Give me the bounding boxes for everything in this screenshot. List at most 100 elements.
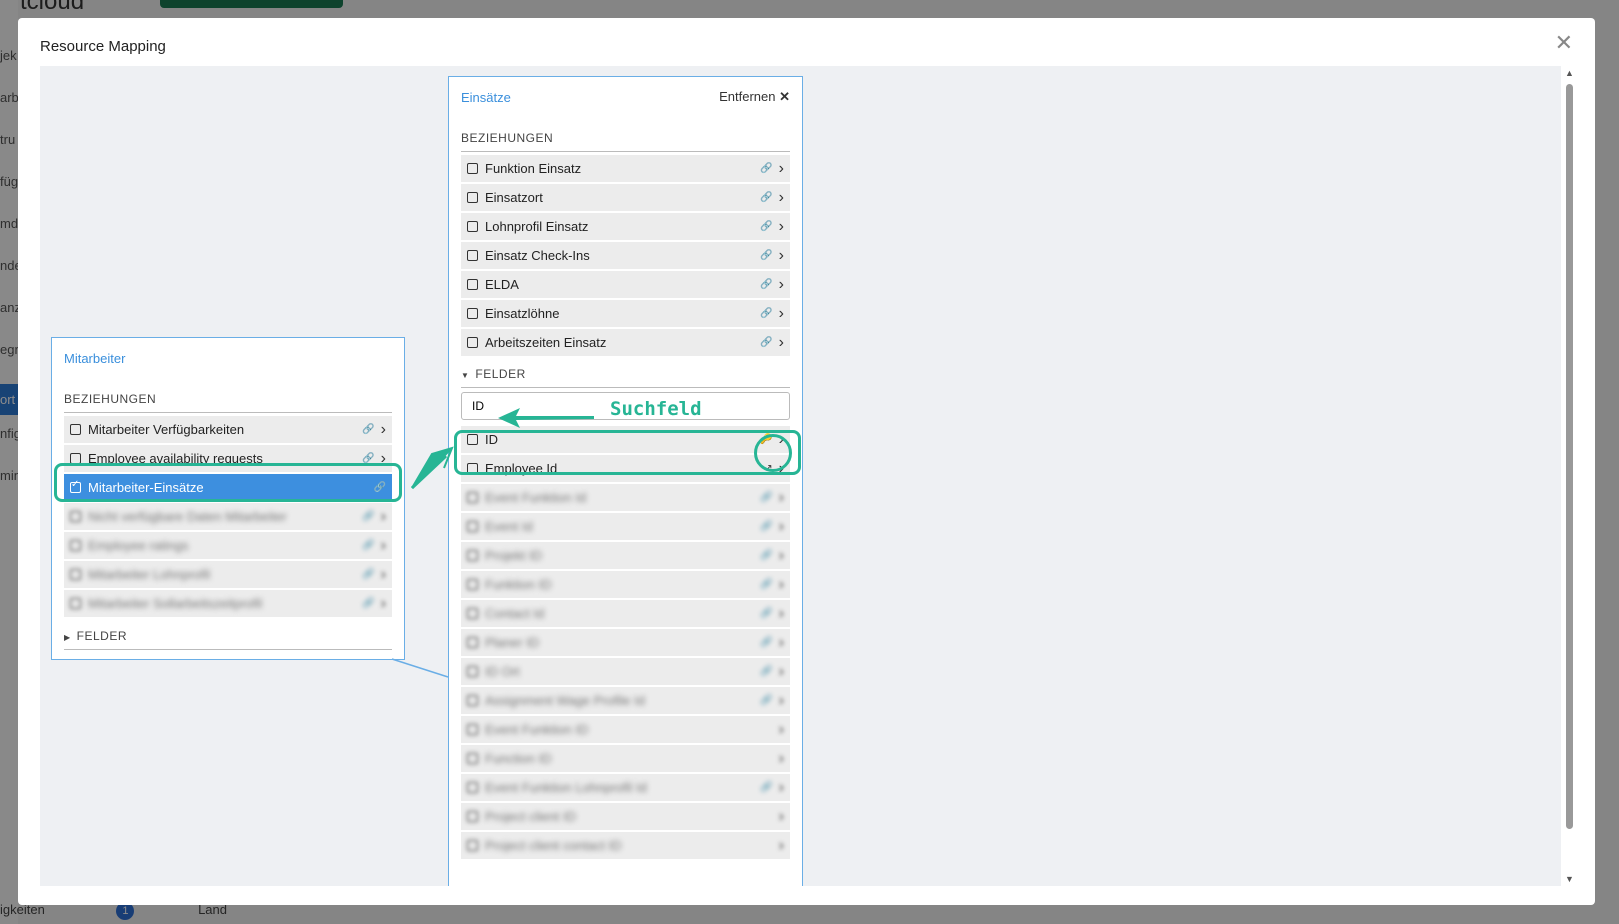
chevron-right-icon[interactable]: › [779, 218, 784, 236]
list-item[interactable]: Nicht verfügbare Daten Mitarbeiter 🔗 › [64, 503, 392, 530]
chevron-right-icon[interactable]: › [779, 808, 784, 826]
row-checkbox[interactable] [467, 192, 478, 203]
chevron-right-icon[interactable]: › [779, 305, 784, 323]
chevron-right-icon[interactable]: › [779, 837, 784, 855]
link-icon[interactable]: 🔗 [760, 579, 772, 590]
link-icon[interactable]: 🔗 [760, 221, 772, 232]
chevron-right-icon[interactable]: › [779, 750, 784, 768]
list-item[interactable]: Einsatz Check-Ins 🔗 › [461, 242, 790, 269]
list-item[interactable]: Event Funktion Id 🔗 › [461, 484, 790, 511]
link-icon[interactable]: 🔗 [362, 598, 374, 609]
chevron-right-icon[interactable]: › [381, 566, 386, 584]
link-icon[interactable]: 🔗 [760, 666, 772, 677]
chevron-right-icon[interactable]: › [779, 334, 784, 352]
list-item[interactable]: ID Ort 🔗 › [461, 658, 790, 685]
row-checkbox[interactable] [467, 550, 478, 561]
link-icon[interactable]: 🔗 [760, 308, 772, 319]
list-item[interactable]: Employee ratings 🔗 › [64, 532, 392, 559]
row-checkbox[interactable] [70, 540, 81, 551]
row-checkbox[interactable] [467, 782, 478, 793]
scroll-down-icon[interactable]: ▼ [1565, 874, 1574, 884]
chevron-right-icon[interactable]: › [381, 595, 386, 613]
link-icon[interactable]: 🔗 [760, 550, 772, 561]
list-item[interactable]: Mitarbeiter Verfügbarkeiten 🔗 › [64, 416, 392, 443]
link-icon[interactable]: 🔗 [760, 782, 772, 793]
row-checkbox[interactable] [467, 695, 478, 706]
modal-scrollbar[interactable]: ▲ ▼ [1561, 66, 1579, 886]
row-checkbox[interactable] [467, 840, 478, 851]
row-checkbox[interactable] [467, 308, 478, 319]
chevron-right-icon[interactable]: › [779, 160, 784, 178]
link-icon[interactable]: 🔗 [760, 608, 772, 619]
row-checkbox[interactable] [467, 521, 478, 532]
chevron-right-icon[interactable]: › [779, 779, 784, 797]
list-item[interactable]: Projekt ID 🔗 › [461, 542, 790, 569]
row-checkbox[interactable] [467, 221, 478, 232]
card-title[interactable]: Mitarbeiter [64, 351, 125, 366]
chevron-right-icon[interactable]: › [779, 518, 784, 536]
link-icon[interactable]: 🔗 [760, 521, 772, 532]
list-item[interactable]: Event Funktion ID › [461, 716, 790, 743]
link-icon[interactable]: 🔗 [362, 424, 374, 435]
link-icon[interactable]: 🔗 [362, 511, 374, 522]
row-checkbox[interactable] [467, 724, 478, 735]
link-icon[interactable]: 🔗 [760, 163, 772, 174]
list-item[interactable]: Lohnprofil Einsatz 🔗 › [461, 213, 790, 240]
list-item[interactable]: Event Id 🔗 › [461, 513, 790, 540]
list-item[interactable]: Planer ID 🔗 › [461, 629, 790, 656]
row-checkbox[interactable] [467, 608, 478, 619]
fields-toggle[interactable]: ▼ FELDER [449, 358, 802, 387]
link-icon[interactable]: 🔗 [760, 637, 772, 648]
row-checkbox[interactable] [467, 337, 478, 348]
row-checkbox[interactable] [467, 163, 478, 174]
scroll-thumb[interactable] [1566, 84, 1573, 829]
row-checkbox[interactable] [70, 598, 81, 609]
list-item[interactable]: Funktion ID 🔗 › [461, 571, 790, 598]
row-checkbox[interactable] [467, 753, 478, 764]
row-checkbox[interactable] [467, 666, 478, 677]
list-item[interactable]: Mitarbeiter Lohnprofil 🔗 › [64, 561, 392, 588]
link-icon[interactable]: 🔗 [760, 695, 772, 706]
chevron-right-icon[interactable]: › [779, 634, 784, 652]
chevron-right-icon[interactable]: › [381, 508, 386, 526]
chevron-right-icon[interactable]: › [779, 692, 784, 710]
chevron-right-icon[interactable]: › [779, 247, 784, 265]
link-icon[interactable]: 🔗 [760, 250, 772, 261]
link-icon[interactable]: 🔗 [760, 337, 772, 348]
row-checkbox[interactable] [467, 250, 478, 261]
row-checkbox[interactable] [467, 492, 478, 503]
fields-toggle[interactable]: ▶ FELDER [52, 619, 404, 649]
list-item[interactable]: Funktion Einsatz 🔗 › [461, 155, 790, 182]
list-item[interactable]: ELDA 🔗 › [461, 271, 790, 298]
list-item[interactable]: Mitarbeiter Sollarbeitszeitprofil 🔗 › [64, 590, 392, 617]
scroll-up-icon[interactable]: ▲ [1565, 68, 1574, 78]
list-item[interactable]: Einsatzlöhne 🔗 › [461, 300, 790, 327]
link-icon[interactable]: 🔗 [362, 540, 374, 551]
link-icon[interactable]: 🔗 [760, 492, 772, 503]
card-title[interactable]: Einsätze [461, 90, 511, 105]
chevron-right-icon[interactable]: › [779, 721, 784, 739]
list-item[interactable]: Project client contact ID › [461, 832, 790, 859]
close-icon[interactable]: ✕ [1555, 32, 1573, 54]
chevron-right-icon[interactable]: › [779, 663, 784, 681]
remove-button[interactable]: Entfernen ✕ [719, 89, 790, 105]
chevron-right-icon[interactable]: › [381, 537, 386, 555]
chevron-right-icon[interactable]: › [381, 421, 386, 439]
list-item[interactable]: Assignment Wage Profile Id 🔗 › [461, 687, 790, 714]
list-item[interactable]: Project client ID › [461, 803, 790, 830]
link-icon[interactable]: 🔗 [760, 192, 772, 203]
chevron-right-icon[interactable]: › [779, 547, 784, 565]
row-checkbox[interactable] [467, 279, 478, 290]
list-item[interactable]: Event Funktion Lohnprofil Id 🔗 › [461, 774, 790, 801]
chevron-right-icon[interactable]: › [779, 489, 784, 507]
link-icon[interactable]: 🔗 [362, 569, 374, 580]
row-checkbox[interactable] [467, 637, 478, 648]
row-checkbox[interactable] [70, 569, 81, 580]
chevron-right-icon[interactable]: › [779, 576, 784, 594]
row-checkbox[interactable] [467, 579, 478, 590]
chevron-right-icon[interactable]: › [779, 189, 784, 207]
row-checkbox[interactable] [70, 424, 81, 435]
list-item[interactable]: Function ID › [461, 745, 790, 772]
chevron-right-icon[interactable]: › [779, 276, 784, 294]
list-item[interactable]: Contact Id 🔗 › [461, 600, 790, 627]
